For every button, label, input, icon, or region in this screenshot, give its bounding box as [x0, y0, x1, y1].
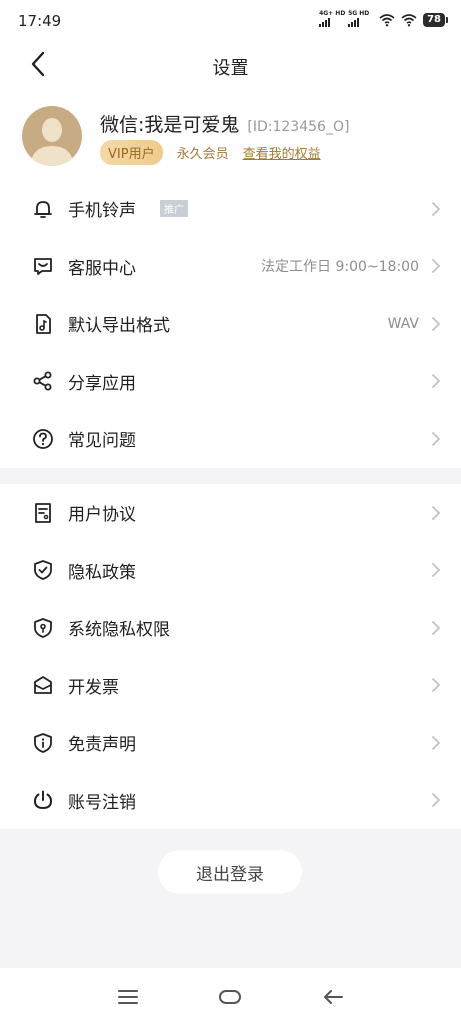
menu-item-label: 系统隐私权限 [68, 620, 170, 641]
back-arrow-icon [324, 990, 343, 1004]
settings-group-legal: 用户协议 隐私政策 系统隐私权限 开发票 免责声明 账号注销 [0, 484, 461, 829]
bell-icon [34, 200, 52, 218]
wifi-icon [379, 14, 395, 27]
menu-item-label: 用户协议 [68, 505, 136, 526]
menu-item-label: 客服中心 [68, 258, 136, 279]
view-rights-link[interactable]: 查看我的权益 [243, 143, 321, 162]
menu-item-label: 默认导出格式 [68, 316, 170, 337]
chevron-right-icon [432, 793, 441, 808]
user-name: 微信:我是可爱鬼 [100, 114, 240, 136]
menu-item-label: 手机铃声 [68, 201, 136, 222]
chevron-right-icon [432, 201, 441, 216]
menu-item-privacy-policy[interactable]: 隐私政策 [0, 542, 461, 600]
home-icon [219, 990, 241, 1004]
page-title: 设置 [212, 58, 249, 79]
menu-item-disclaimer[interactable]: 免责声明 [0, 714, 461, 772]
menu-item-label: 免责声明 [68, 735, 136, 756]
power-icon [33, 790, 53, 810]
invoice-icon [34, 676, 52, 695]
menu-icon [118, 990, 138, 1004]
chevron-right-icon [432, 563, 441, 578]
info-shield-icon [34, 732, 52, 753]
shield-check-icon [34, 560, 52, 581]
chevron-right-icon [432, 735, 441, 750]
menu-item-export-format[interactable]: 默认导出格式 WAV [0, 295, 461, 353]
badges: VIP用户 永久会员 查看我的权益 [100, 140, 321, 165]
settings-group-general: 手机铃声 推广 客服中心 法定工作日 9:00~18:00 默认导出格式 WAV… [0, 180, 461, 468]
home-button[interactable] [215, 982, 245, 1012]
menu-item-invoice[interactable]: 开发票 [0, 657, 461, 715]
system-nav-bar [0, 968, 461, 1024]
status-icons: 4G+ HD 5G HD 78 [319, 10, 448, 27]
menu-item-customer-service[interactable]: 客服中心 法定工作日 9:00~18:00 [0, 238, 461, 296]
shield-lock-icon [34, 617, 52, 638]
chevron-right-icon [432, 678, 441, 693]
promo-tag: 推广 [160, 200, 188, 218]
vip-badge: VIP用户 [100, 140, 163, 165]
menu-item-label: 分享应用 [68, 373, 136, 394]
name-row: 微信:我是可爱鬼 [ID:123456_O] [100, 110, 349, 137]
export-format-value: WAV [387, 315, 419, 332]
member-label: 永久会员 [176, 147, 229, 162]
menu-item-label: 隐私政策 [68, 562, 136, 583]
logout-button[interactable]: 退出登录 [158, 850, 302, 894]
header: 设置 [0, 40, 461, 88]
nav-back-button[interactable] [318, 982, 348, 1012]
menu-button[interactable] [113, 982, 143, 1012]
chevron-right-icon [432, 316, 441, 331]
battery-indicator: 78 [423, 13, 448, 27]
menu-item-system-permissions[interactable]: 系统隐私权限 [0, 599, 461, 657]
chevron-right-icon [432, 620, 441, 635]
music-file-icon [36, 313, 51, 334]
question-icon [33, 428, 53, 449]
chevron-right-icon [432, 431, 441, 446]
chat-icon [34, 258, 52, 276]
avatar[interactable] [22, 106, 82, 166]
wifi-icon [401, 14, 417, 27]
menu-item-label: 账号注销 [68, 792, 136, 813]
share-icon [33, 371, 52, 391]
user-id: [ID:123456_O] [247, 119, 350, 135]
menu-item-delete-account[interactable]: 账号注销 [0, 772, 461, 830]
menu-item-label: 开发票 [68, 677, 119, 698]
menu-item-user-agreement[interactable]: 用户协议 [0, 484, 461, 542]
menu-item-share-app[interactable]: 分享应用 [0, 353, 461, 411]
service-hours: 法定工作日 9:00~18:00 [261, 259, 419, 276]
menu-item-ringtone[interactable]: 手机铃声 推广 [0, 180, 461, 238]
signal-icon: 4G+ HD [319, 10, 345, 27]
profile-card[interactable]: 微信:我是可爱鬼 [ID:123456_O] VIP用户 永久会员 查看我的权益 [0, 88, 461, 180]
agreement-icon [35, 502, 51, 523]
chevron-right-icon [432, 505, 441, 520]
chevron-right-icon [432, 374, 441, 389]
status-time: 17:49 [18, 12, 62, 30]
menu-item-label: 常见问题 [68, 431, 136, 452]
user-avatar-icon [22, 106, 82, 166]
menu-item-faq[interactable]: 常见问题 [0, 410, 461, 468]
signal-icon: 5G HD [348, 10, 369, 27]
status-bar: 17:49 4G+ HD 5G HD 78 [0, 0, 461, 40]
chevron-right-icon [432, 259, 441, 274]
